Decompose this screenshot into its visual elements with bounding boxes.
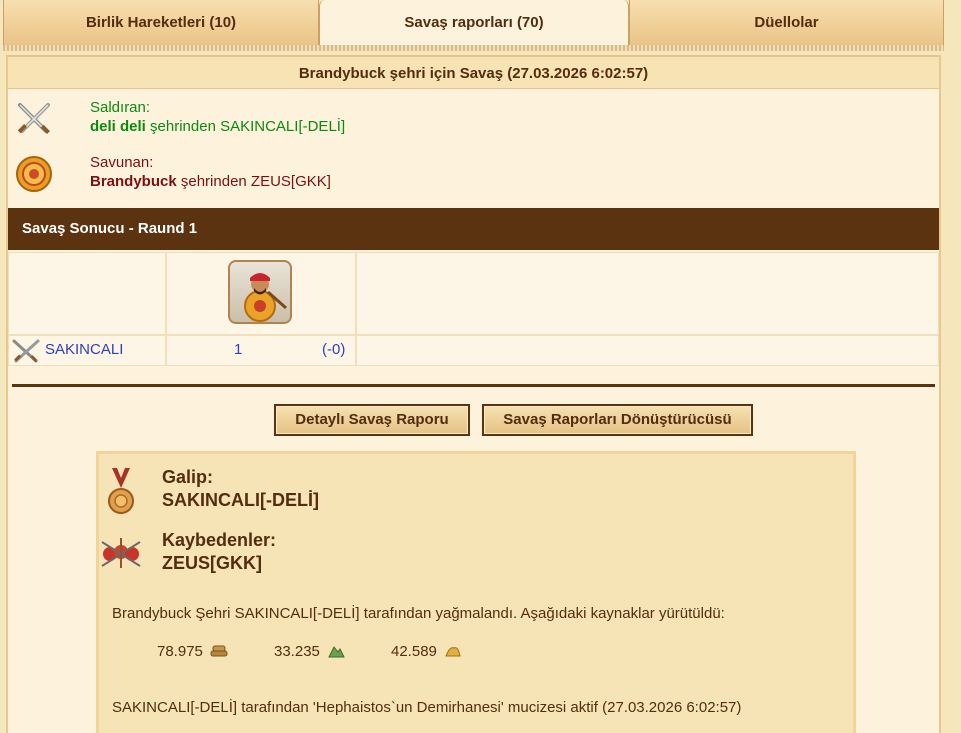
attacker-label: Saldıran: xyxy=(90,99,151,116)
empty-cell xyxy=(8,252,166,335)
tab-unit-movements[interactable]: Birlik Hareketleri (10) xyxy=(3,0,319,45)
crossed-swords-icon xyxy=(12,339,40,363)
defender-info: Savunan: Brandybuck şehrinden ZEUS[GKK] xyxy=(14,154,914,198)
shield-icon xyxy=(16,156,52,192)
defender-text: şehrinden ZEUS[GKK] xyxy=(176,173,331,190)
losers-label: Kaybedenler: xyxy=(162,530,277,550)
unit-count-cell: 1 (-0) xyxy=(166,335,356,366)
wonder-message: SAKINCALI[-DELİ] tarafından 'Hephaistos`… xyxy=(112,699,742,716)
medal-icon xyxy=(108,468,134,514)
unit-cell xyxy=(166,252,356,335)
attacker-info: Saldıran: deli deli şehrinden SAKINCALI[… xyxy=(14,99,914,143)
marble-icon xyxy=(328,646,345,658)
resource-wine: 42.589 xyxy=(391,643,462,660)
attacker-city-link[interactable]: deli deli xyxy=(90,118,146,135)
defender-city-link[interactable]: Brandybuck xyxy=(90,173,177,190)
round-title: Savaş Sonucu - Raund 1 xyxy=(8,208,939,250)
tabs-divider xyxy=(3,45,944,51)
round-units-grid: SAKINCALI 1 (-0) xyxy=(8,252,939,368)
report-converter-button[interactable]: Savaş Raporları Dönüştürücüsü xyxy=(482,404,753,436)
attacker-text: şehrinden SAKINCALI[-DELİ] xyxy=(145,118,346,135)
detailed-report-button[interactable]: Detaylı Savaş Raporu xyxy=(274,404,470,436)
hoplite-portrait xyxy=(244,273,287,322)
pillage-message: Brandybuck Şehri SAKINCALI[-DELİ] tarafı… xyxy=(112,605,725,622)
crossed-swords-icon xyxy=(17,103,50,134)
empty-cell xyxy=(356,252,939,335)
winner-name[interactable]: SAKINCALI[-DELİ] xyxy=(162,490,319,511)
tab-duels[interactable]: Düellolar xyxy=(629,0,944,45)
player-name-link[interactable]: SAKINCALI xyxy=(45,341,123,358)
loser-name[interactable]: ZEUS[GKK] xyxy=(162,553,262,574)
section-divider xyxy=(12,384,935,387)
marble-amount: 33.235 xyxy=(274,643,320,660)
wood-icon xyxy=(210,645,228,657)
winner-label: Galip: xyxy=(162,467,214,487)
unit-count: 1 xyxy=(234,341,243,358)
empty-cell xyxy=(356,335,939,366)
tab-combat-reports[interactable]: Savaş raporları (70) xyxy=(319,0,629,45)
report-title: Brandybuck şehri için Savaş (27.03.2026 … xyxy=(8,55,939,89)
resource-wood: 78.975 xyxy=(157,643,228,660)
combat-report-panel: Brandybuck şehri için Savaş (27.03.2026 … xyxy=(6,55,941,733)
hoplite-unit-icon[interactable] xyxy=(228,260,292,324)
resource-marble: 33.235 xyxy=(274,643,345,660)
player-cell: SAKINCALI xyxy=(8,335,166,366)
wine-icon xyxy=(445,647,461,657)
wood-amount: 78.975 xyxy=(157,643,203,660)
defender-label: Savunan: xyxy=(90,154,154,171)
defeated-units-icon xyxy=(101,538,141,568)
unit-loss: (-0) xyxy=(322,341,346,358)
defender-value: Brandybuck şehrinden ZEUS[GKK] xyxy=(90,173,331,190)
attacker-value: deli deli şehrinden SAKINCALI[-DELİ] xyxy=(90,118,345,135)
wine-amount: 42.589 xyxy=(391,643,437,660)
report-tabs: Birlik Hareketleri (10) Savaş raporları … xyxy=(3,0,944,45)
battle-result-box: Galip: SAKINCALI[-DELİ] Kaybedenler: ZEU… xyxy=(96,451,856,733)
